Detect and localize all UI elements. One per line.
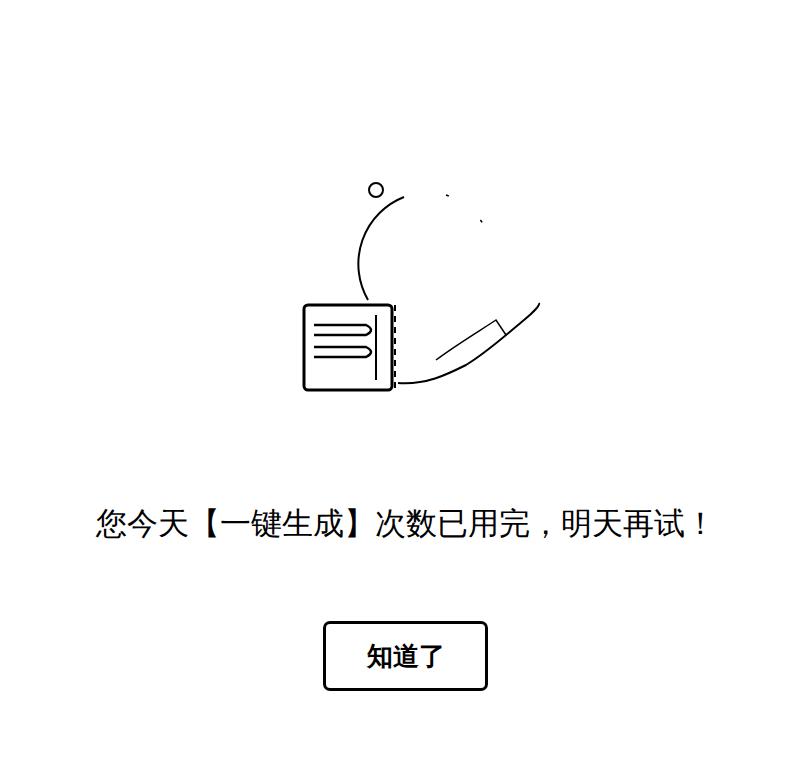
limit-dialog: 您今天【一键生成】次数已用完，明天再试！ 知道了	[0, 0, 811, 763]
acknowledge-button[interactable]: 知道了	[323, 621, 488, 691]
limit-message: 您今天【一键生成】次数已用完，明天再试！	[96, 503, 716, 543]
lightbulb-hand-icon	[296, 175, 546, 395]
